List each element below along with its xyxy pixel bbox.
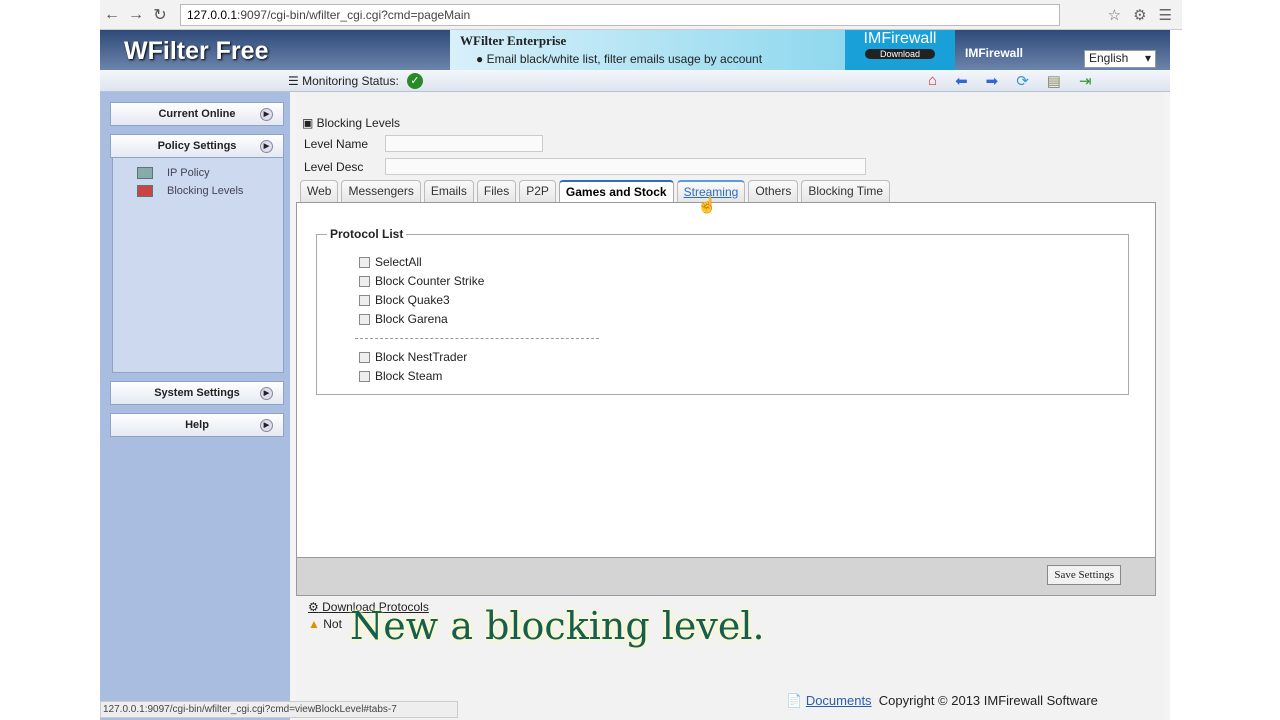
sidebar-current-online[interactable]: Current Online ▶ [110, 102, 284, 126]
checkbox-counter-strike[interactable]: Block Counter Strike [359, 274, 484, 288]
refresh-icon[interactable]: ⟳ [1016, 72, 1029, 90]
url-path: :9097/cgi-bin/wfilter_cgi.cgi?cmd=pageMa… [237, 7, 471, 22]
video-caption: New a blocking level. [350, 604, 765, 648]
check-icon: ✓ [406, 72, 423, 89]
forward-icon[interactable]: → [124, 6, 148, 24]
gear-icon: ⚙ [308, 600, 319, 614]
tab-blocking-time[interactable]: Blocking Time [801, 180, 891, 202]
star-icon[interactable]: ☆ [1108, 6, 1121, 24]
main-content: ▣ Blocking Levels Level Name Level Desc … [296, 92, 1164, 720]
logo: WFilter Free [124, 37, 269, 65]
page-title: ▣ Blocking Levels [302, 116, 401, 130]
page: WFilter Free WFilter Enterprise ● Email … [100, 30, 1170, 720]
checkbox-select-all[interactable]: SelectAll [359, 255, 422, 269]
policy-submenu: IP Policy Blocking Levels [112, 158, 284, 373]
monitor-icon [137, 167, 153, 179]
copyright: Copyright © 2013 IMFirewall Software [878, 693, 1098, 708]
checkbox-quake3[interactable]: Block Quake3 [359, 293, 450, 307]
tab-panel: Protocol List SelectAll Block Counter St… [296, 202, 1156, 558]
tab-files[interactable]: Files [476, 180, 517, 202]
logout-icon[interactable]: ⇥ [1079, 72, 1092, 90]
arrow-right-icon: ▶ [260, 108, 273, 121]
browser-toolbar: ← → ↻ 127.0.0.1:9097/cgi-bin/wfilter_cgi… [100, 0, 1182, 30]
arrow-right-icon: ▶ [260, 387, 273, 400]
print-icon[interactable]: ▤ [1047, 72, 1061, 90]
home-icon[interactable]: ⌂ [928, 72, 937, 90]
arrow-right-icon: ▶ [260, 419, 273, 432]
sidebar-help[interactable]: Help ▶ [110, 413, 284, 437]
sidebar-item-ip-policy[interactable]: IP Policy [113, 164, 283, 182]
level-desc-label: Level Desc [304, 160, 364, 174]
ad-desc: ● Email black/white list, filter emails … [476, 52, 763, 66]
ad-title: WFilter Enterprise [460, 33, 567, 48]
back-arrow-icon[interactable]: ⬅ [955, 72, 968, 90]
back-icon[interactable]: ← [100, 6, 124, 24]
checkbox-nesttrader[interactable]: Block NestTrader [359, 350, 467, 364]
checkbox-garena[interactable]: Block Garena [359, 312, 448, 326]
level-desc-input[interactable] [385, 158, 866, 175]
imf-download: Download [865, 49, 935, 59]
language-select[interactable]: English ▾ [1084, 50, 1156, 68]
save-bar: Save Settings [296, 558, 1156, 596]
forward-arrow-icon[interactable]: ➡ [986, 72, 999, 90]
sidebar-policy-settings[interactable]: Policy Settings ▶ [110, 134, 284, 158]
chevron-down-icon: ▾ [1144, 51, 1151, 65]
protocol-list: Protocol List SelectAll Block Counter St… [316, 227, 1129, 395]
level-name-label: Level Name [304, 137, 369, 151]
blocking-icon [137, 185, 153, 197]
tabs: Web Messengers Emails Files P2P Games an… [300, 180, 891, 202]
sidebar-system-settings[interactable]: System Settings ▶ [110, 381, 284, 405]
url-host: 127.0.0.1 [187, 7, 238, 22]
tab-games-and-stock[interactable]: Games and Stock [558, 180, 674, 202]
note: ▲ Not [308, 617, 342, 631]
imf-title: IMFirewall [863, 30, 937, 47]
tab-emails[interactable]: Emails [423, 180, 474, 202]
documents-link[interactable]: Documents [806, 693, 872, 708]
arrow-right-icon: ▶ [260, 140, 273, 153]
checkbox-steam[interactable]: Block Steam [359, 369, 442, 383]
browser-status-url: 127.0.0.1:9097/cgi-bin/wfilter_cgi.cgi?c… [100, 701, 458, 718]
save-settings-button[interactable]: Save Settings [1047, 565, 1121, 585]
sidebar: Current Online ▶ Policy Settings ▶ IP Poli… [100, 92, 290, 720]
monitoring-status: ☰ Monitoring Status: [288, 73, 399, 88]
address-bar[interactable]: 127.0.0.1:9097/cgi-bin/wfilter_cgi.cgi?c… [180, 3, 1060, 26]
header: WFilter Free WFilter Enterprise ● Email … [100, 30, 1170, 70]
ad-banner[interactable]: WFilter Enterprise ● Email black/white l… [450, 30, 845, 70]
status-bar: ☰ Monitoring Status: ✓ ⌂ ⬅ ➡ ⟳ ▤ ⇥ [100, 70, 1170, 92]
tab-p2p[interactable]: P2P [519, 180, 556, 202]
footer: 📄 Documents Copyright © 2013 IMFirewall … [786, 693, 1098, 709]
imfirewall-ad[interactable]: IMFirewall Download [845, 30, 955, 70]
extension-icon[interactable]: ⚙ [1133, 6, 1146, 24]
tab-others[interactable]: Others [748, 180, 799, 202]
menu-icon[interactable]: ☰ [1159, 6, 1172, 24]
protocol-list-legend: Protocol List [330, 227, 404, 241]
imf-label: IMFirewall [965, 46, 1024, 60]
warning-icon: ▲ [308, 617, 320, 631]
level-name-input[interactable] [385, 135, 543, 152]
tab-web[interactable]: Web [300, 180, 339, 202]
sidebar-item-blocking-levels[interactable]: Blocking Levels [113, 182, 283, 200]
reload-icon[interactable]: ↻ [148, 5, 172, 25]
tab-messengers[interactable]: Messengers [341, 180, 421, 202]
divider [355, 338, 599, 339]
document-icon: 📄 [786, 693, 803, 708]
hand-cursor-icon: ☝ [697, 197, 717, 214]
